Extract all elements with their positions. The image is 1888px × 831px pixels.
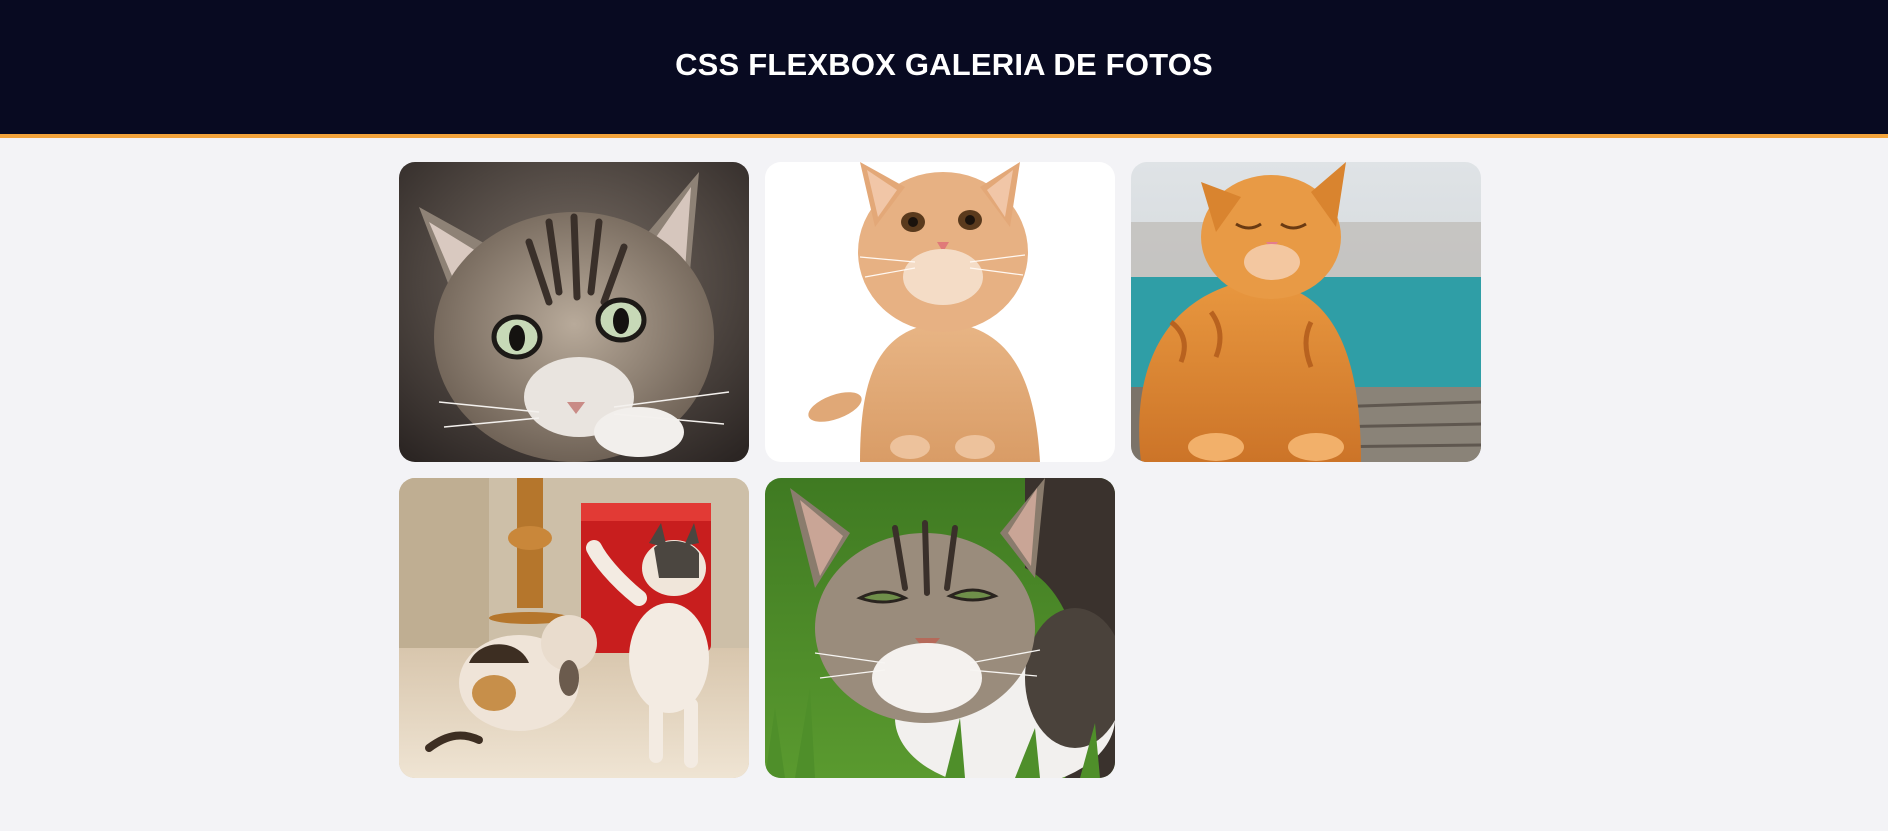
page-title: CSS FLEXBOX GALERIA DE FOTOS bbox=[675, 47, 1213, 82]
ginger-kitten-photo-icon bbox=[765, 162, 1115, 462]
gallery-photo-ginger-kitten[interactable] bbox=[765, 162, 1115, 462]
gallery-photo-cat-in-grass[interactable] bbox=[765, 478, 1115, 778]
gallery-photo-tabby-cat[interactable] bbox=[399, 162, 749, 462]
cat-in-grass-photo-icon bbox=[765, 478, 1115, 778]
gallery-photo-orange-cat[interactable] bbox=[1131, 162, 1481, 462]
photo-gallery bbox=[399, 162, 1499, 778]
tabby-cat-photo-icon bbox=[399, 162, 749, 462]
orange-cat-photo-icon bbox=[1131, 162, 1481, 462]
gallery-photo-kittens-playing[interactable] bbox=[399, 478, 749, 778]
kittens-playing-photo-icon bbox=[399, 478, 749, 778]
site-header: CSS FLEXBOX GALERIA DE FOTOS bbox=[0, 0, 1888, 138]
